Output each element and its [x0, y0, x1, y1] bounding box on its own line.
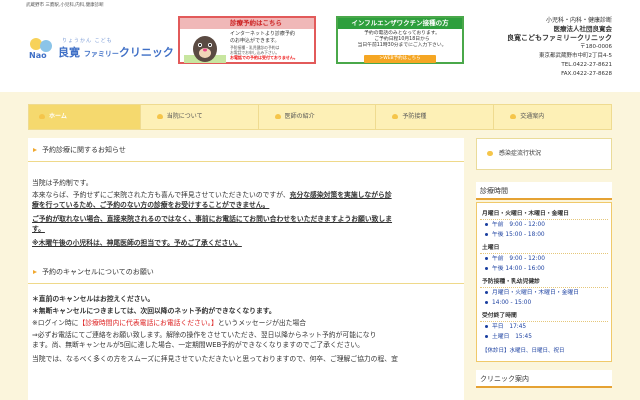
logo-furigana: りょうかん こども — [62, 38, 113, 44]
clinic-corp: 医療法人社団良寛会 — [553, 25, 613, 33]
notice-p3: ご予約が取れない場合、直接来院されるのではなく、事前にお電話にてお問い合わせをい… — [32, 215, 393, 233]
vaccine-banner-text: 予約の電話のみとなっております。 ご予約日程10月18日から 当日午前11時30… — [357, 31, 447, 49]
hours-block-title: 受付終了時間 — [480, 308, 608, 322]
clinic-address: 東京都武蔵野市中町2丁目4-5 — [539, 53, 612, 59]
cancel-line-2: ＊無断キャンセルにつきましては、次回以降のネット予約ができなくなります。 — [32, 307, 276, 315]
hours-line: 午後 14:00 - 16:00 — [480, 264, 608, 274]
hours-line: 14:00 - 15:00 — [480, 298, 608, 308]
main-nav: ホーム 当院について 医師の紹介 予防接種 交通案内 — [28, 104, 612, 130]
clinic-logo[interactable]: Nao りょうかん こども 良寛 ファミリークリニック — [28, 36, 174, 64]
hours-line: 月曜日・火曜日・木曜日・金曜日 — [480, 288, 608, 298]
chick-icon — [392, 114, 399, 119]
hours-box: 月曜日・火曜日・木曜日・金曜日 午前 9:00 - 12:00 午後 15:00… — [476, 202, 612, 362]
hours-line: 土曜日 15:45 — [480, 332, 608, 342]
closed-days: 【休診日】水曜日、日曜日、祝日 — [482, 348, 565, 354]
vaccine-banner[interactable]: インフルエンザワクチン接種の方 予約の電話のみとなっております。 ご予約日程10… — [336, 16, 464, 64]
chick-icon — [487, 151, 493, 156]
notice-p2: 本来ならば、予約せずにご来院された方も喜んで拝見させていただきたいのですが、充分… — [32, 191, 392, 209]
chick-icon — [39, 114, 45, 119]
web-reservation-button[interactable]: >WEB予約はこちら — [364, 55, 436, 63]
chick-icon — [510, 114, 517, 119]
clinic-info: 小児科・内科・健康診断 医療法人社団良寛会 良寛こどもファミリークリニック 〒1… — [507, 16, 612, 79]
hours-block-title: 土曜日 — [480, 240, 608, 254]
nav-doctors[interactable]: 医師の紹介 — [259, 105, 376, 129]
infection-status-button[interactable]: 感染症流行状況 — [476, 138, 612, 170]
clinic-fax: FAX.0422-27-8628 — [561, 71, 612, 77]
mole-mascot-icon — [184, 36, 226, 63]
clinic-zip: 〒180-0006 — [580, 44, 612, 50]
header: Nao りょうかん こども 良寛 ファミリークリニック 診療予約はこちら インタ… — [0, 12, 640, 92]
hours-line: 午前 9:00 - 12:00 — [480, 254, 608, 264]
hours-line: 午後 15:00 - 18:00 — [480, 230, 608, 240]
hours-line: 平日 17:45 — [480, 322, 608, 332]
notice-p4: ※木曜午後の小児科は、神尾医師の担当です。予めご了承ください。 — [32, 239, 242, 247]
logo-name: 良寛 ファミリークリニック — [58, 46, 174, 59]
section-title-reservation: 予約診療に関するお知らせ — [28, 138, 464, 162]
reservation-banner-title: 診療予約はこちら — [180, 18, 314, 29]
cancel-line-1: ＊直前のキャンセルはお控えください。 — [32, 295, 155, 303]
main-content: 予約診療に関するお知らせ 当院は予約制です。 本来ならば、予約せずにご来院された… — [28, 138, 464, 400]
hours-line: 午前 9:00 - 12:00 — [480, 220, 608, 230]
chick-icon — [156, 114, 163, 119]
hours-heading: 診療時間 — [476, 182, 612, 200]
svg-text:Nao: Nao — [29, 51, 47, 60]
nav-access[interactable]: 交通案内 — [494, 105, 611, 129]
section-title-cancel: 予約のキャンセルについてのお願い — [28, 260, 464, 284]
notice-p1: 当院は予約制です。 — [32, 179, 93, 187]
reservation-banner-warning: お電話での予約は受付ておりません。 — [230, 55, 298, 60]
mascot-icon: Nao — [29, 38, 52, 60]
reservation-banner-text: インターネットより診療予約 のお申込ができます。 — [230, 31, 295, 44]
nav-home[interactable]: ホーム — [29, 105, 140, 129]
cancel-line-4: ⇒必ずお電話にてご連絡をお願い致します。解除の操作をさせていただき、翌日以降から… — [32, 331, 377, 339]
hours-block-title: 予防接種・乳幼児健診 — [480, 274, 608, 288]
sidebar: 感染症流行状況 診療時間 月曜日・火曜日・木曜日・金曜日 午前 9:00 - 1… — [476, 138, 612, 400]
top-strip: 武蔵野市 三鷹駅,小児科,内科,健康診断 — [0, 0, 640, 12]
cancel-line-3: ※ログイン時に【診療時間内に代表電話にお電話ください。】というメッセージが出た場… — [32, 319, 307, 327]
chick-icon — [274, 114, 281, 119]
clinic-tagline: 小児科・内科・健康診断 — [545, 17, 612, 24]
hours-block-title: 月曜日・火曜日・木曜日・金曜日 — [480, 206, 608, 220]
clinic-guide-heading: クリニック案内 — [476, 370, 612, 388]
vaccine-banner-title: インフルエンザワクチン接種の方 — [338, 18, 462, 29]
cancel-line-5: ます。尚、無断キャンセルが5回に達した場合、一定期間WEB予約ができなくなります… — [32, 341, 364, 349]
clinic-tel[interactable]: TEL.0422-27-8621 — [507, 61, 612, 70]
nav-vaccination[interactable]: 予防接種 — [376, 105, 493, 129]
nav-about[interactable]: 当院について — [141, 105, 258, 129]
clinic-name: 良寛こどもファミリークリニック — [507, 34, 612, 42]
cancel-line-6: 当院では、なるべく多くの方をスムーズに拝見させていただきたいと思っておりますので… — [32, 355, 398, 363]
reservation-banner[interactable]: 診療予約はこちら インターネットより診療予約 のお申込ができます。 予防接種・乳… — [178, 16, 316, 64]
